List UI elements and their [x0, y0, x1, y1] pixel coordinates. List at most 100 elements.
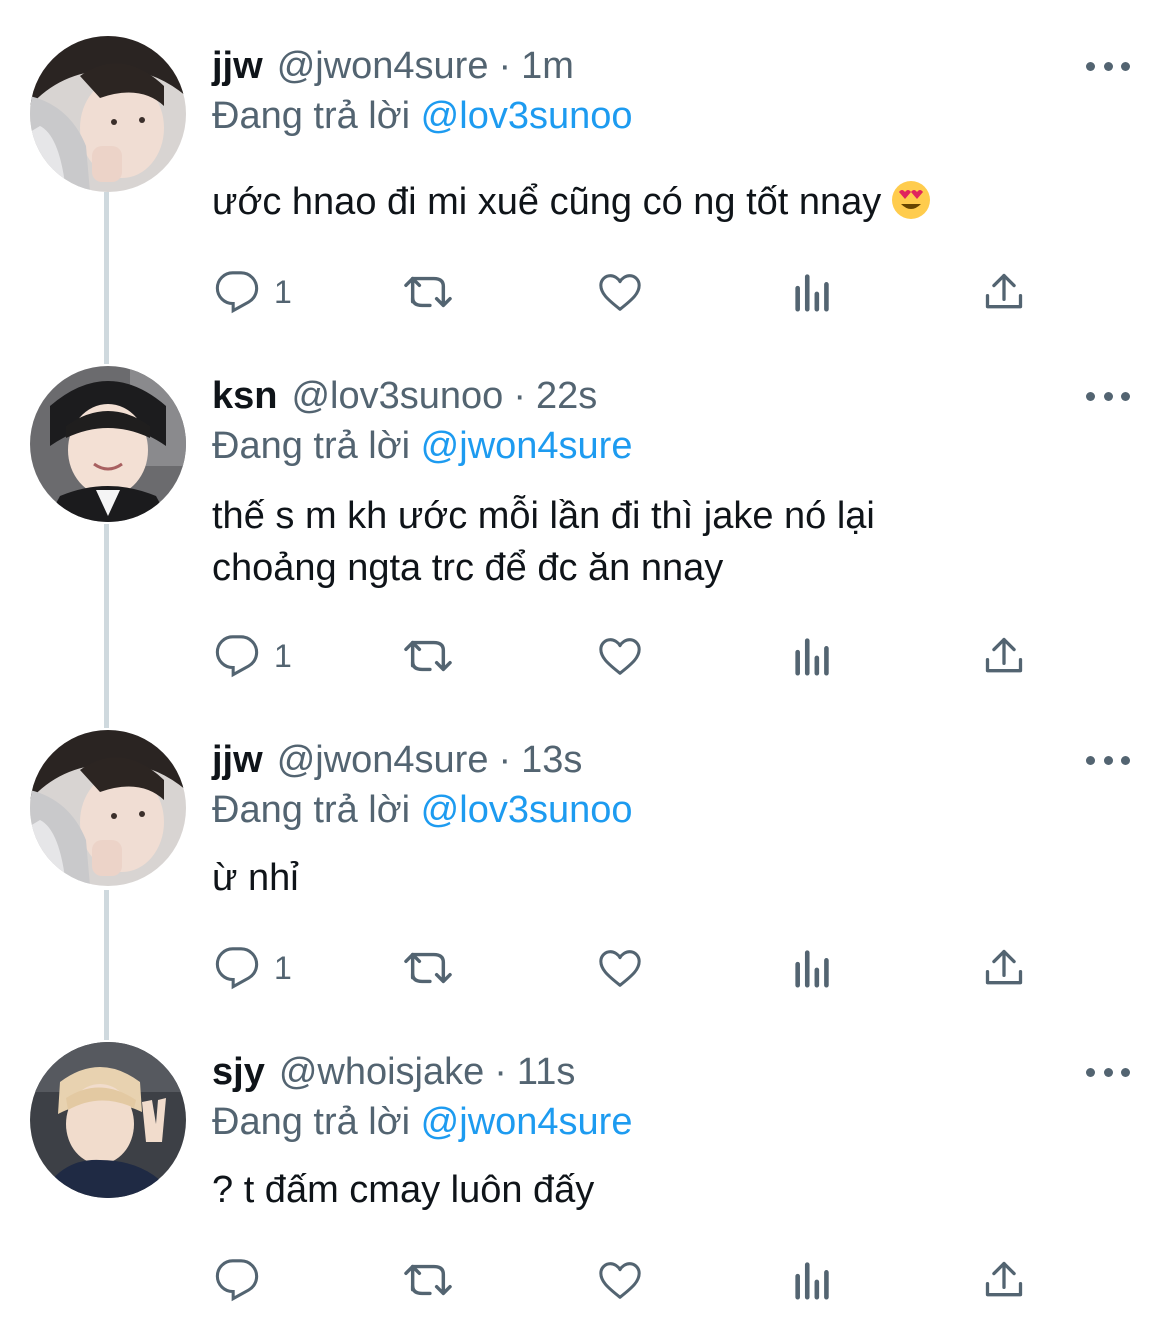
analytics-icon [792, 945, 834, 991]
tweet-text-line: choảng ngta trc để đc ăn nnay [212, 547, 724, 589]
share-icon [982, 269, 1026, 315]
share-button[interactable] [982, 1250, 1026, 1310]
more-icon[interactable] [1086, 52, 1130, 80]
timestamp[interactable]: 11s [517, 1042, 575, 1102]
replying-to: Đang trả lời @jwon4sure [212, 1094, 632, 1150]
avatar[interactable] [30, 366, 186, 522]
like-button[interactable] [596, 262, 644, 322]
avatar[interactable] [30, 36, 186, 192]
tweet-actions: 1 [0, 938, 1170, 998]
timestamp[interactable]: 22s [536, 366, 597, 426]
analytics-icon [792, 633, 834, 679]
tweet-text: ước hnao đi mi xuể cũng có ng tốt nnay [212, 176, 1112, 234]
reply-icon [214, 1257, 260, 1303]
like-icon [596, 1257, 644, 1303]
analytics-button[interactable] [792, 1250, 834, 1310]
tweet-header: jjw @jwon4sure · 1m [212, 36, 574, 96]
analytics-icon [792, 269, 834, 315]
tweet-actions: 1 [0, 262, 1170, 322]
tweet-text-content: ước hnao đi mi xuể cũng có ng tốt nnay [212, 181, 882, 223]
dot-separator: · [513, 375, 526, 417]
like-button[interactable] [596, 938, 644, 998]
retweet-icon [402, 269, 454, 315]
reply-count: 1 [274, 637, 292, 674]
user-handle[interactable]: @whoisjake [279, 1042, 484, 1102]
heart-eyes-emoji-icon [891, 180, 931, 234]
display-name[interactable]: ksn [212, 366, 277, 426]
mention-link[interactable]: @lov3sunoo [421, 95, 633, 137]
avatar[interactable] [30, 1042, 186, 1198]
reply-icon [214, 633, 260, 679]
tweet-header: ksn @lov3sunoo · 22s [212, 366, 597, 426]
replying-prefix: Đang trả lời [212, 425, 411, 467]
tweet-text: thế s m kh ước mỗi lần đi thì jake nó lạ… [212, 490, 1112, 594]
replying-to: Đang trả lời @jwon4sure [212, 418, 632, 474]
tweet-actions [0, 1250, 1170, 1310]
dot-separator: · [494, 1051, 507, 1093]
like-button[interactable] [596, 626, 644, 686]
tweet[interactable]: ksn @lov3sunoo · 22s Đang trả lời @jwon4… [0, 366, 1170, 706]
mention-link[interactable]: @lov3sunoo [421, 789, 633, 831]
tweet-actions: 1 [0, 626, 1170, 686]
tweet-text-line: thế s m kh ước mỗi lần đi thì jake nó lạ… [212, 495, 875, 537]
like-button[interactable] [596, 1250, 644, 1310]
analytics-icon [792, 1257, 834, 1303]
mention-link[interactable]: @jwon4sure [421, 425, 633, 467]
user-handle[interactable]: @lov3sunoo [291, 366, 503, 426]
analytics-button[interactable] [792, 262, 834, 322]
replying-to: Đang trả lời @lov3sunoo [212, 88, 633, 144]
mention-link[interactable]: @jwon4sure [421, 1101, 633, 1143]
analytics-button[interactable] [792, 938, 834, 998]
display-name[interactable]: sjy [212, 1042, 265, 1102]
tweet[interactable]: sjy @whoisjake · 11s Đang trả lời @jwon4… [0, 1042, 1170, 1324]
tweet-text-content: ừ nhỉ [212, 857, 299, 899]
share-button[interactable] [982, 938, 1026, 998]
avatar[interactable] [30, 730, 186, 886]
more-icon[interactable] [1086, 382, 1130, 410]
retweet-icon [402, 633, 454, 679]
retweet-button[interactable] [402, 938, 454, 998]
reply-button[interactable]: 1 [214, 626, 292, 686]
replying-prefix: Đang trả lời [212, 789, 411, 831]
like-icon [596, 633, 644, 679]
share-icon [982, 1257, 1026, 1303]
share-button[interactable] [982, 626, 1026, 686]
display-name[interactable]: jjw [212, 730, 263, 790]
replying-to: Đang trả lời @lov3sunoo [212, 782, 633, 838]
tweet-header: jjw @jwon4sure · 13s [212, 730, 582, 790]
display-name[interactable]: jjw [212, 36, 263, 96]
share-icon [982, 945, 1026, 991]
share-button[interactable] [982, 262, 1026, 322]
reply-button[interactable]: 1 [214, 262, 292, 322]
retweet-icon [402, 945, 454, 991]
retweet-icon [402, 1257, 454, 1303]
more-icon[interactable] [1086, 746, 1130, 774]
replying-prefix: Đang trả lời [212, 95, 411, 137]
timestamp[interactable]: 13s [521, 730, 582, 790]
retweet-button[interactable] [402, 626, 454, 686]
tweet[interactable]: jjw @jwon4sure · 13s Đang trả lời @lov3s… [0, 730, 1170, 1030]
reply-button[interactable] [214, 1250, 274, 1310]
tweet-text: ? t đấm cmay luôn đấy [212, 1164, 1112, 1216]
tweet[interactable]: jjw @jwon4sure · 1m Đang trả lời @lov3su… [0, 36, 1170, 336]
reply-count: 1 [274, 949, 292, 986]
tweet-header: sjy @whoisjake · 11s [212, 1042, 575, 1102]
user-handle[interactable]: @jwon4sure [277, 730, 489, 790]
replying-prefix: Đang trả lời [212, 1101, 411, 1143]
timestamp[interactable]: 1m [521, 36, 574, 96]
reply-icon [214, 269, 260, 315]
dot-separator: · [498, 45, 512, 87]
reply-button[interactable]: 1 [214, 938, 292, 998]
retweet-button[interactable] [402, 1250, 454, 1310]
more-icon[interactable] [1086, 1058, 1130, 1086]
user-handle[interactable]: @jwon4sure [277, 36, 489, 96]
share-icon [982, 633, 1026, 679]
dot-separator: · [498, 739, 512, 781]
reply-icon [214, 945, 260, 991]
analytics-button[interactable] [792, 626, 834, 686]
tweet-text: ừ nhỉ [212, 852, 1112, 904]
like-icon [596, 945, 644, 991]
retweet-button[interactable] [402, 262, 454, 322]
like-icon [596, 269, 644, 315]
tweet-text-content: ? t đấm cmay luôn đấy [212, 1169, 595, 1211]
